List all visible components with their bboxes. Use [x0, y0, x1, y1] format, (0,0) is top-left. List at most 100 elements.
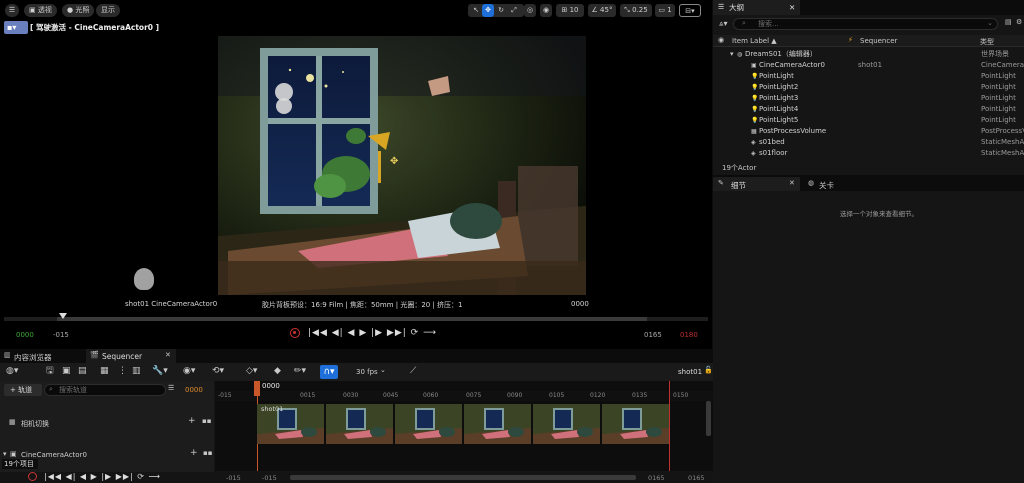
move-tool-icon[interactable]: ✥ — [482, 4, 494, 17]
settings-icon[interactable]: ⚙ — [1016, 19, 1022, 26]
outliner-row[interactable]: 💡 PointLight PointLight — [713, 71, 1024, 82]
rotation-snap-button[interactable]: ∠ 45° — [588, 4, 616, 17]
select-tool-icon[interactable]: ↖ — [470, 4, 482, 17]
eye-icon[interactable]: ◉ — [718, 37, 724, 44]
playback-options-icon[interactable]: ⟲▾ — [212, 367, 224, 376]
details-empty-message: 选择一个对象来查看细节。 — [840, 210, 918, 218]
range-start-2[interactable]: -015 — [262, 474, 277, 482]
outliner-row-label: s01bed — [759, 138, 785, 146]
edit-mode-icon[interactable]: ✏▾ — [294, 367, 306, 376]
details-tabbar: ✎ 细节 ✕ ◍ 关卡 — [713, 177, 1024, 191]
chevron-down-icon[interactable]: ⌄ — [380, 367, 386, 374]
save-icon[interactable]: 🖫 — [46, 367, 54, 376]
col-type[interactable]: 类型 — [980, 37, 994, 47]
col-sequencer[interactable]: Sequencer — [860, 37, 897, 45]
close-icon[interactable]: ✕ — [789, 180, 795, 187]
pilot-camera-icon[interactable]: ▪▾ — [4, 21, 28, 34]
outliner-row[interactable]: ▦ PostProcessVolume PostProcessV — [713, 126, 1024, 137]
filter-icon[interactable]: ☰ — [168, 385, 174, 392]
bake-icon[interactable]: ▥ — [132, 367, 141, 376]
range-end-2[interactable]: 0165 — [688, 474, 705, 482]
transport-icons: |◀◀ ◀| ◀ ▶ |▶ ▶▶| ⟳ ⟶ — [308, 328, 437, 338]
outliner-row[interactable]: 💡 PointLight4 PointLight — [713, 104, 1024, 115]
ruler-tick-label: 0030 — [343, 392, 359, 399]
close-icon[interactable]: ✕ — [789, 4, 795, 12]
tab-level[interactable]: ◍ 关卡 — [803, 177, 863, 191]
more-icon[interactable]: ⋮ — [118, 367, 127, 376]
viewport-playhead[interactable] — [59, 313, 67, 319]
filter-icon[interactable]: ⩓▾ — [719, 20, 728, 28]
outliner-search-input[interactable]: ⌕ 搜索... ⌄ — [733, 18, 998, 30]
tab-details[interactable]: ✎ 细节 ✕ — [713, 177, 800, 191]
tab-sequencer[interactable]: 🎬 Sequencer ✕ — [86, 349, 176, 363]
range-scrollbar[interactable] — [290, 475, 636, 480]
rotate-tool-icon[interactable]: ↻ — [495, 4, 507, 17]
curve-editor-icon[interactable]: ⟋ — [410, 367, 416, 376]
surface-snap-icon[interactable]: ◉ — [540, 4, 552, 17]
outliner-row[interactable]: ◈ s01floor StaticMeshAc — [713, 148, 1024, 159]
bulb-icon: 💡 — [751, 73, 759, 80]
outliner-row[interactable]: 💡 PointLight3 PointLight — [713, 93, 1024, 104]
details-panel — [713, 191, 1024, 483]
tab-outliner[interactable]: ☰ 大纲 ✕ — [713, 0, 800, 15]
expand-arrow-icon[interactable]: ▾ — [730, 49, 734, 60]
save-as-icon[interactable]: ▣ — [62, 367, 71, 376]
view-options-icon[interactable]: ◉▾ — [183, 367, 195, 376]
perspective-button[interactable]: ▣ 透视 — [24, 4, 57, 17]
add-track-button[interactable]: + 轨道 — [4, 384, 42, 396]
hamburger-menu-icon[interactable]: ☰ — [5, 4, 19, 17]
coordinate-space-icon[interactable]: ◎ — [524, 4, 536, 17]
transport-icons[interactable]: |◀◀ ◀| ◀ ▶ |▶ ▶▶| ⟳ ⟶ — [44, 472, 161, 481]
outliner-row-type: 世界场景 — [981, 50, 1009, 58]
folder-add-icon[interactable]: ▤ — [1005, 19, 1012, 26]
wrench-icon[interactable]: 🔧▾ — [152, 367, 168, 376]
outliner-row[interactable]: ▾ ◍ DreamS01（编辑器） 世界场景 — [713, 49, 1024, 60]
range-start[interactable]: -015 — [226, 474, 241, 482]
outliner-row[interactable]: 💡 PointLight5 PointLight — [713, 115, 1024, 126]
close-icon[interactable]: ✕ — [165, 352, 171, 359]
outliner-row[interactable]: ▣CineCameraActor0 shot01 CineCameraA — [713, 60, 1024, 71]
vp-shot-info: shot01 CineCameraActor0 — [125, 300, 218, 308]
camera-lock-icon[interactable]: ▪▪ — [202, 418, 212, 425]
camera-lock-icon[interactable]: ▪▪ — [203, 450, 213, 457]
outliner-row-type: PointLight — [981, 83, 1016, 91]
find-asset-icon[interactable]: ▤ — [78, 367, 87, 376]
key-options-icon[interactable]: ◇▾ — [246, 367, 257, 376]
range-end[interactable]: 0165 — [648, 474, 665, 482]
world-menu-icon[interactable]: ◍▾ — [6, 367, 18, 376]
add-icon[interactable]: + — [190, 449, 198, 458]
lit-button[interactable]: ● 光照 — [62, 4, 95, 17]
viewport-transport-controls[interactable]: |◀◀ ◀| ◀ ▶ |▶ ▶▶| ⟳ ⟶ — [308, 328, 437, 340]
scale-tool-icon[interactable]: ⤢ — [508, 4, 520, 17]
tab-content-browser[interactable]: ▥ 内容浏览器 — [0, 349, 86, 363]
grid-snap-button[interactable]: ⊞ 10 — [556, 4, 584, 17]
snap-magnet-icon[interactable]: ∩▾ — [320, 365, 338, 379]
outliner-row[interactable]: ◈ s01bed StaticMeshAc — [713, 137, 1024, 148]
current-frame[interactable]: 0000 — [185, 386, 203, 394]
col-item-label[interactable]: Item Label ▲ — [732, 37, 777, 45]
record-icon[interactable] — [290, 328, 300, 338]
sequencer-transport: |◀◀ ◀| ◀ ▶ |▶ ▶▶| ⟳ ⟶ -015 -015 0165 016… — [0, 472, 713, 483]
outliner-search-placeholder: 搜索... — [758, 20, 779, 28]
show-button[interactable]: 显示 — [96, 4, 120, 17]
record-icon[interactable] — [28, 472, 37, 481]
track-search-input[interactable]: ⌕ 搜索轨道 — [44, 384, 166, 396]
key-icon[interactable]: ◆ — [274, 367, 281, 376]
scene-render: ✥ — [218, 36, 586, 295]
camera-cut-track[interactable]: ▦ 相机切换 + ▪▪ — [0, 411, 214, 433]
playhead-frame: 0000 — [262, 382, 280, 390]
outliner-row[interactable]: 💡 PointLight2 PointLight — [713, 82, 1024, 93]
add-icon[interactable]: + — [188, 417, 196, 426]
grid-icon: ⊞ — [561, 6, 568, 14]
timeline-scrollbar[interactable] — [706, 401, 711, 436]
perspective-label: 透视 — [37, 6, 52, 14]
lock-icon[interactable]: 🔓 — [704, 367, 713, 374]
playhead-handle[interactable] — [254, 381, 260, 396]
expand-arrow-icon[interactable]: ▾ — [3, 451, 7, 458]
layout-menu-icon[interactable]: ⊟▾ — [679, 4, 701, 17]
ruler-tick-label: 0045 — [383, 392, 399, 399]
fps-selector[interactable]: 30 fps — [356, 368, 378, 376]
scale-snap-button[interactable]: ⤡ 0.25 — [620, 4, 652, 17]
render-movie-icon[interactable]: ▦ — [100, 367, 109, 376]
camera-speed-button[interactable]: ▭ 1 — [655, 4, 675, 17]
